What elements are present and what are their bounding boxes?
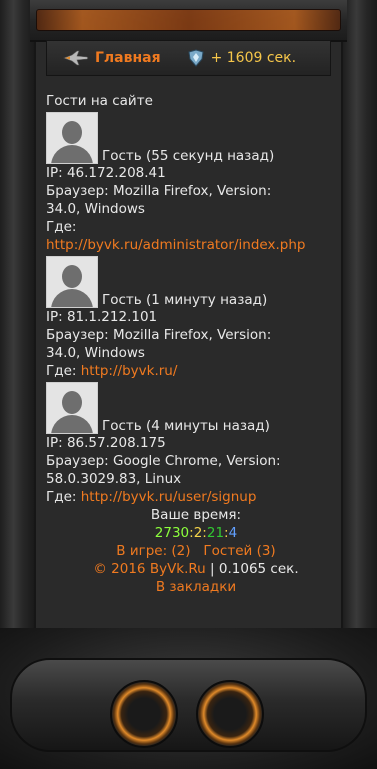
copyright-separator: | [210, 561, 215, 577]
guest-browser: Браузер: Google Chrome, Version: [46, 453, 281, 469]
main-content: Гости на сайте Гость (55 секунд назад) I… [46, 92, 346, 596]
guest-where-link[interactable]: http://byvk.ru/user/signup [81, 489, 257, 505]
guest-entry: Гость (4 минуты назад) IP: 86.57.208.175… [46, 382, 346, 506]
in-game-link[interactable]: В игре: (2) [116, 543, 190, 559]
bookmarks-link[interactable]: В закладки [156, 579, 236, 595]
your-time-value: 2730:2:21:4 [46, 524, 346, 542]
fighter-jet-icon [63, 50, 89, 66]
bottom-decoration [0, 628, 377, 769]
nav-home-link[interactable]: Главная [63, 50, 161, 66]
guest-entry: Гость (1 минуту назад) IP: 81.1.212.101 … [46, 256, 346, 380]
avatar[interactable] [46, 256, 98, 308]
guest-name: Гость (4 минуты назад) [102, 418, 270, 434]
your-time-label: Ваше время: [150, 507, 242, 523]
guest-browser: Браузер: Mozilla Firefox, Version: [46, 327, 272, 343]
time-part: 2 [193, 525, 203, 541]
generation-time: 0.1065 сек. [218, 561, 299, 577]
decorative-ring [196, 680, 264, 748]
guest-where-link[interactable]: http://byvk.ru/ [81, 363, 178, 379]
decorative-ring [110, 680, 178, 748]
avatar[interactable] [46, 112, 98, 164]
top-decoration [30, 0, 347, 42]
guests-heading: Гости на сайте [46, 93, 153, 109]
avatar[interactable] [46, 382, 98, 434]
nav-bonus-label: + 1609 сек. [210, 50, 297, 66]
guest-ip: IP: 46.172.208.41 [46, 165, 166, 181]
guest-name: Гость (55 секунд назад) [102, 148, 275, 164]
guest-where-label: Где: [46, 219, 77, 235]
guest-entry: Гость (55 секунд назад) IP: 46.172.208.4… [46, 112, 346, 254]
copyright-line: © 2016 ByVk.Ru | 0.1065 сек. [46, 560, 346, 578]
guest-name: Гость (1 минуту назад) [102, 292, 268, 308]
online-stats: В игре: (2) Гостей (3) [46, 542, 346, 560]
nav-home-label: Главная [95, 50, 161, 66]
time-part: 4 [228, 525, 238, 541]
shield-gem-icon [188, 49, 204, 67]
top-nav-bar: Главная + 1609 сек. [46, 40, 331, 76]
guest-where-label: Где: [46, 489, 77, 505]
guest-browser-version: 34.0, Windows [46, 345, 145, 361]
copyright-link[interactable]: © 2016 ByVk.Ru [93, 561, 205, 577]
time-part: 2730 [154, 525, 190, 541]
time-part: 21 [206, 525, 225, 541]
guest-browser: Браузер: Mozilla Firefox, Version: [46, 183, 272, 199]
guest-where-label: Где: [46, 363, 77, 379]
guest-browser-version: 58.0.3029.83, Linux [46, 471, 182, 487]
nav-bonus-link[interactable]: + 1609 сек. [187, 49, 296, 67]
guest-ip: IP: 86.57.208.175 [46, 435, 166, 451]
guests-count-link[interactable]: Гостей (3) [203, 543, 275, 559]
guest-where-link[interactable]: http://byvk.ru/administrator/index.php [46, 237, 305, 253]
guest-ip: IP: 81.1.212.101 [46, 309, 158, 325]
guest-browser-version: 34.0, Windows [46, 201, 145, 217]
